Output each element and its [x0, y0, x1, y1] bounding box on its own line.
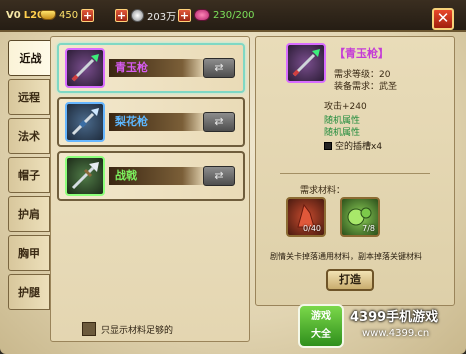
watermark-url: www.4399.cn [362, 328, 430, 339]
recipe-item-name: 梨花枪 [109, 113, 207, 131]
halberd-icon [65, 156, 105, 196]
forge-button[interactable]: 打造 [326, 269, 374, 291]
material-count: 7/8 [362, 224, 375, 233]
material-green-jade[interactable]: 7/8 [340, 197, 380, 237]
swap-icon[interactable]: ⇄ [203, 112, 235, 132]
material-red-crystal[interactable]: 0/40 [286, 197, 326, 237]
tab-hat[interactable]: 帽子 [8, 157, 50, 193]
divider [280, 173, 430, 174]
selected-item-spear-icon [286, 43, 326, 83]
spear-icon [65, 48, 105, 88]
equip-requirement: 装备需求：武圣 [334, 82, 398, 92]
spear-icon [65, 102, 105, 142]
recipe-item-halberd[interactable]: 战戟 ⇄ [57, 151, 245, 201]
swap-icon[interactable]: ⇄ [203, 58, 235, 78]
show-sufficient-materials-label: 只显示材料足够的 [101, 325, 174, 336]
item-name: 【青玉枪】 [334, 47, 389, 60]
random-attribute-2: 随机属性 [324, 128, 361, 138]
top-status-bar: V0 L20 450 + + 203万 + 230/200 ✕ [0, 0, 466, 32]
silver-counter: + 203万 [115, 6, 176, 24]
vip-label: V0 [6, 9, 21, 21]
recipe-item-name: 青玉枪 [109, 59, 207, 77]
game-window: V0 L20 450 + + 203万 + 230/200 ✕ 近战 远程 法术… [0, 0, 466, 354]
watermark-logo-text-2: 大全 [311, 329, 331, 340]
material-drop-tip: 剧情关卡掉落通用材料，副本掉落关键材料 [270, 252, 422, 261]
empty-socket: 空的插槽x4 [324, 139, 382, 152]
recipe-list: 青玉枪 ⇄ 梨花枪 ⇄ 战戟 ⇄ [50, 36, 250, 342]
watermark-title: 4399手机游戏 [350, 310, 439, 325]
recipe-item-lihua-spear[interactable]: 梨花枪 ⇄ [57, 97, 245, 147]
stamina-counter: + 230/200 [178, 6, 255, 24]
add-gold-button[interactable]: + [81, 8, 95, 22]
required-materials-label: 需求材料： [300, 186, 346, 196]
tab-shoulder[interactable]: 护肩 [8, 196, 50, 232]
add-silver-button[interactable]: + [115, 8, 128, 22]
watermark-logo: 游戏 大全 [298, 304, 344, 348]
swap-icon[interactable]: ⇄ [203, 166, 235, 186]
recipe-detail-panel: 【青玉枪】 需求等级：20 装备需求：武圣 攻击+240 随机属性 随机属性 空… [255, 36, 455, 306]
gold-value: 450 [59, 9, 79, 21]
tab-chest[interactable]: 胸甲 [8, 235, 50, 271]
tab-magic[interactable]: 法术 [8, 118, 50, 154]
show-sufficient-materials-toggle[interactable]: 只显示材料足够的 [82, 322, 173, 336]
stamina-value: 230/200 [213, 9, 255, 21]
gold-counter: 450 + [40, 6, 95, 24]
vip-level: V0 L20 [6, 6, 44, 24]
material-count: 0/40 [303, 224, 321, 233]
silver-coin-icon [131, 8, 144, 22]
tab-legs[interactable]: 护腿 [8, 274, 50, 310]
recipe-item-name: 战戟 [109, 167, 207, 185]
socket-label: 空的插槽x4 [335, 142, 383, 152]
close-button[interactable]: ✕ [432, 8, 454, 30]
tab-melee[interactable]: 近战 [8, 40, 53, 76]
stamina-icon [194, 9, 210, 21]
recipe-item-qingyu-spear[interactable]: 青玉枪 ⇄ [57, 43, 245, 93]
watermark-logo-text-1: 游戏 [311, 311, 331, 322]
category-tabs: 近战 远程 法术 帽子 护肩 胸甲 护腿 [8, 40, 53, 313]
silver-value: 203万 [147, 11, 177, 23]
checkbox[interactable] [82, 322, 96, 336]
add-stamina-button[interactable]: + [178, 8, 191, 22]
attack-stat: 攻击+240 [324, 102, 367, 112]
tab-ranged[interactable]: 远程 [8, 79, 50, 115]
socket-icon [324, 141, 332, 150]
gold-ingot-icon [40, 10, 56, 20]
